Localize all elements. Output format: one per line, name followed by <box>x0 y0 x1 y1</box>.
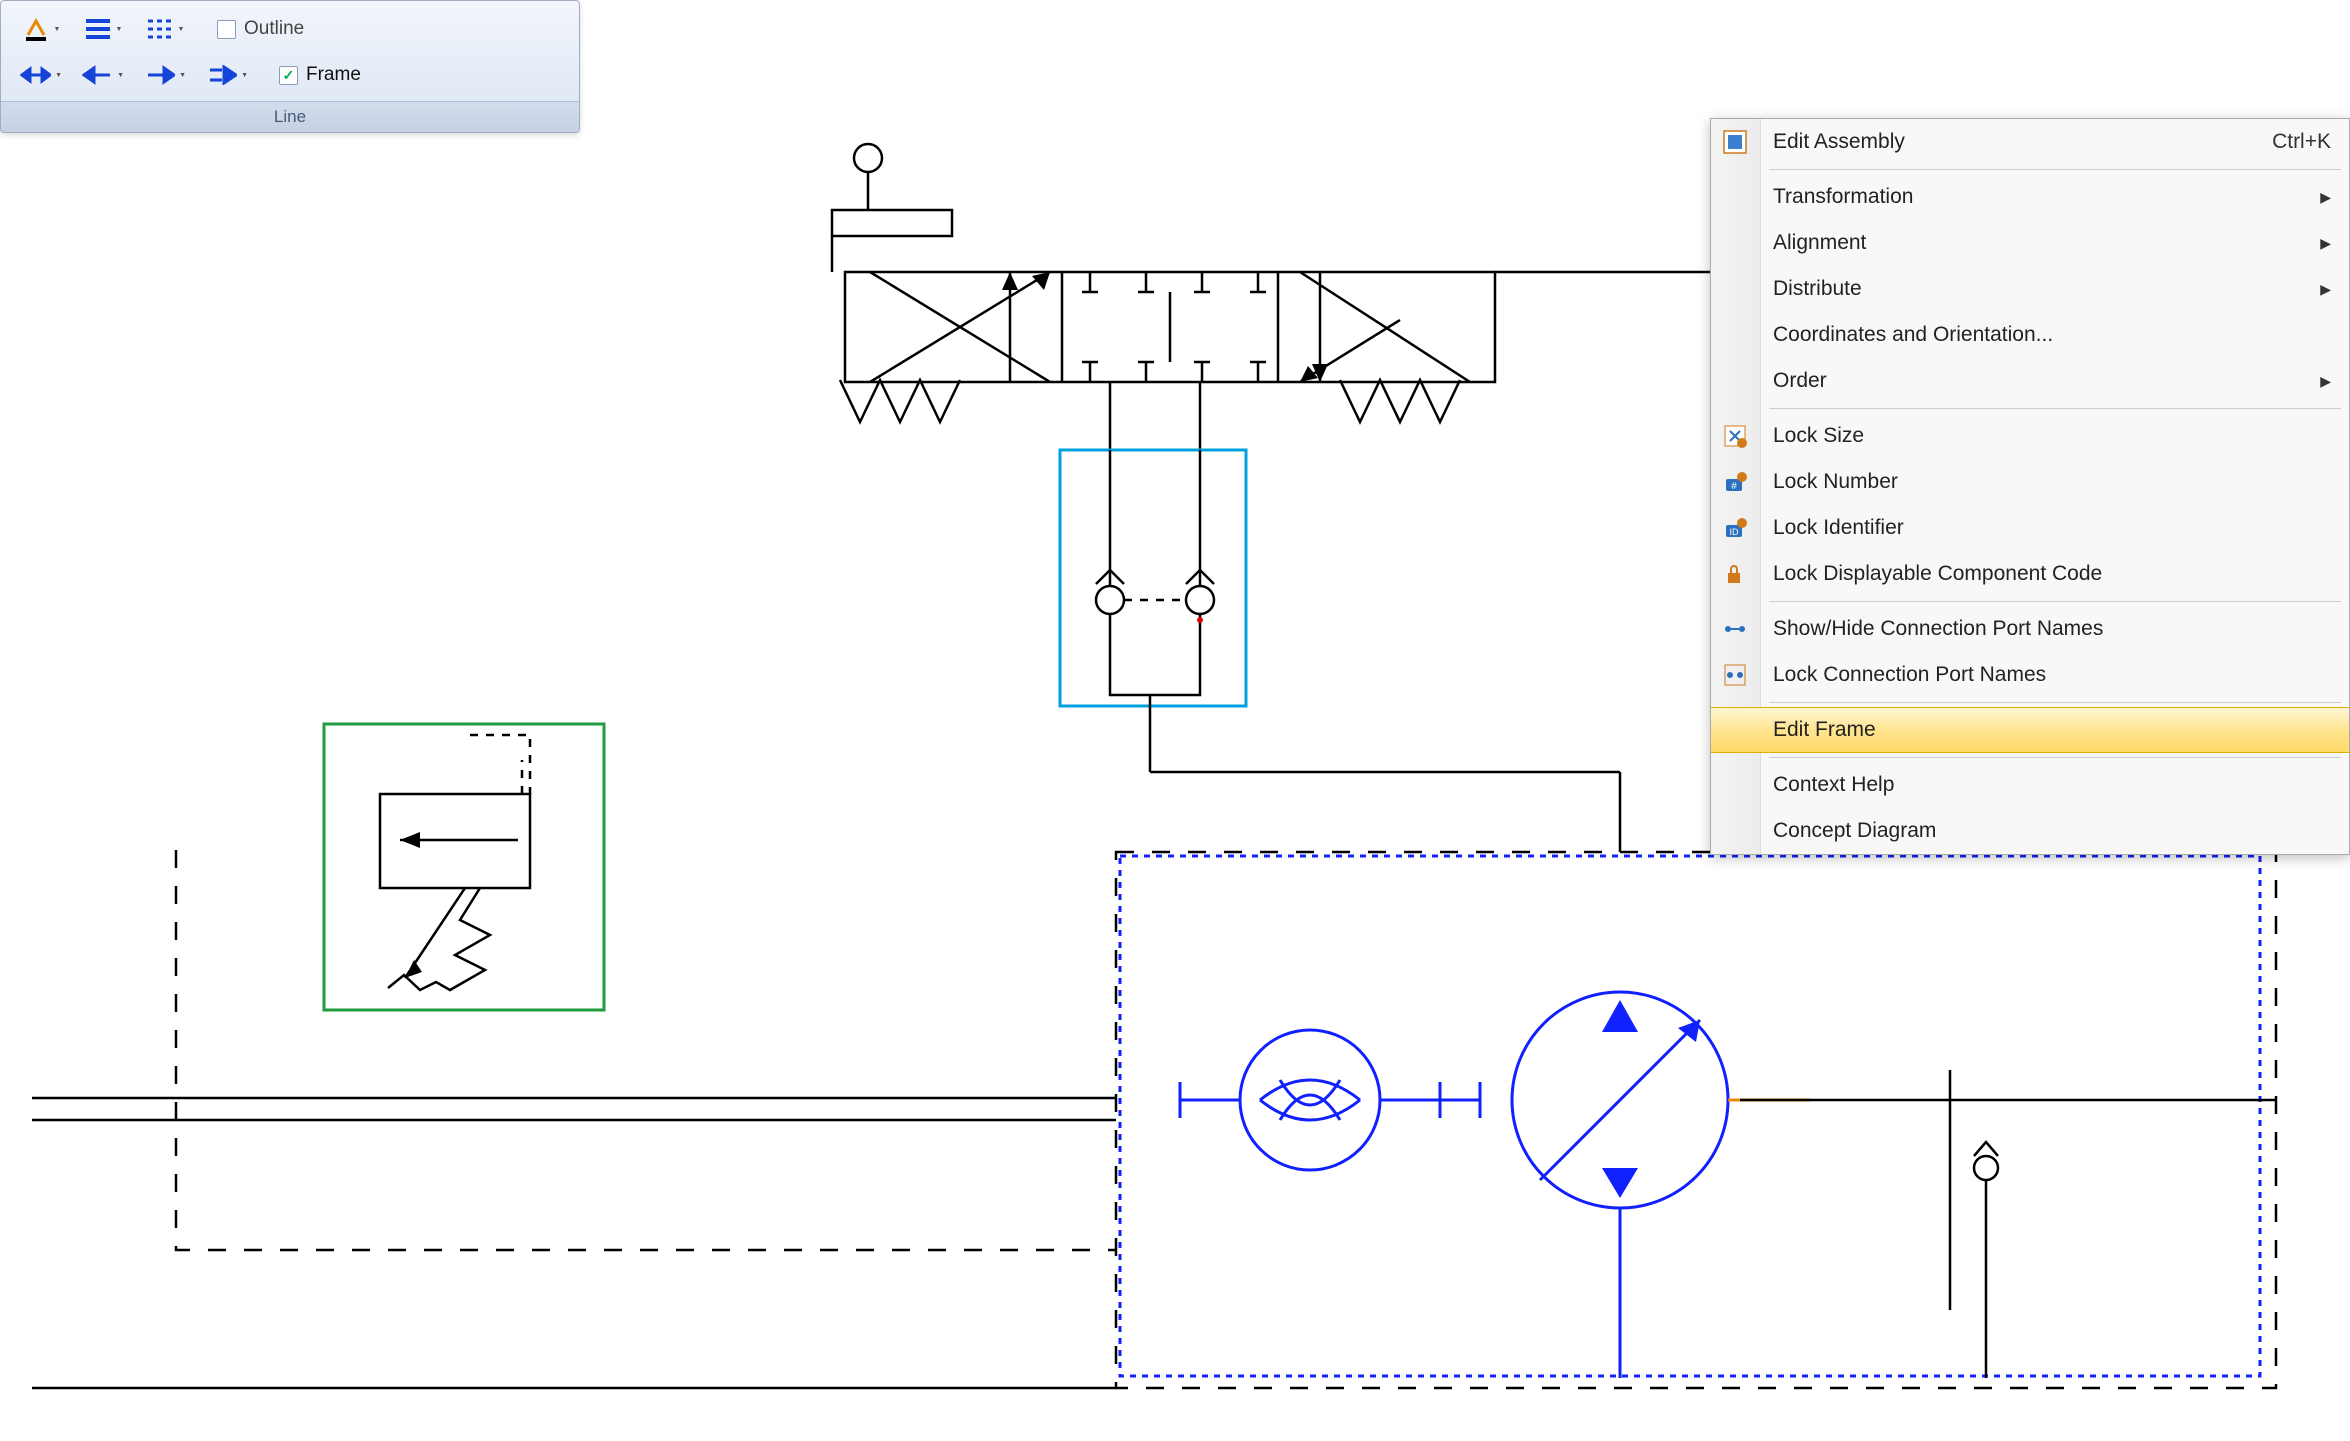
dropdown-caret-icon: ▼ <box>116 26 123 33</box>
menu-label: Coordinates and Orientation... <box>1773 323 2053 347</box>
show-hide-ports-icon <box>1721 615 1749 643</box>
menu-label: Concept Diagram <box>1773 819 1936 843</box>
lock-size-icon <box>1721 422 1749 450</box>
line-color-button[interactable]: ▼ <box>13 11 69 47</box>
menu-transformation[interactable]: Transformation ▶ <box>1711 174 2349 220</box>
submenu-arrow-icon: ▶ <box>2320 281 2331 298</box>
menu-separator <box>1769 702 2341 703</box>
dropdown-caret-icon: ▼ <box>54 26 61 33</box>
menu-lock-code[interactable]: Lock Displayable Component Code <box>1711 551 2349 597</box>
menu-shortcut: Ctrl+K <box>2272 130 2331 154</box>
menu-label: Lock Number <box>1773 470 1898 494</box>
menu-label: Alignment <box>1773 231 1866 255</box>
ribbon-title: Line <box>1 101 579 132</box>
menu-label: Edit Frame <box>1773 718 1876 742</box>
menu-label: Lock Displayable Component Code <box>1773 562 2102 586</box>
menu-label: Context Help <box>1773 773 1894 797</box>
selected-group-box <box>1120 856 2260 1376</box>
menu-label: Transformation <box>1773 185 1913 209</box>
menu-label: Order <box>1773 369 1827 393</box>
menu-lock-ports[interactable]: Lock Connection Port Names <box>1711 652 2349 698</box>
motor-pump-group[interactable] <box>1180 992 1810 1378</box>
context-menu: Edit Assembly Ctrl+K Transformation ▶ Al… <box>1710 118 2350 855</box>
submenu-arrow-icon: ▶ <box>2320 373 2331 390</box>
submenu-arrow-icon: ▶ <box>2320 189 2331 206</box>
dropdown-caret-icon: ▼ <box>55 72 62 79</box>
menu-label: Lock Identifier <box>1773 516 1904 540</box>
menu-alignment[interactable]: Alignment ▶ <box>1711 220 2349 266</box>
menu-separator <box>1769 757 2341 758</box>
menu-lock-number[interactable]: # Lock Number <box>1711 459 2349 505</box>
menu-label: Lock Connection Port Names <box>1773 663 2046 687</box>
arrow-lines-right-button[interactable]: ▼ <box>199 57 255 93</box>
menu-edit-assembly[interactable]: Edit Assembly Ctrl+K <box>1711 119 2349 165</box>
arrow-right-button[interactable]: ▼ <box>137 57 193 93</box>
svg-text:#: # <box>1731 481 1737 492</box>
menu-lock-identifier[interactable]: ID Lock Identifier <box>1711 505 2349 551</box>
menu-lock-size[interactable]: Lock Size <box>1711 413 2349 459</box>
lock-identifier-icon: ID <box>1721 514 1749 542</box>
arrow-both-button[interactable]: ▼ <box>13 57 69 93</box>
outline-label: Outline <box>244 18 304 40</box>
frame-checkbox[interactable]: ✓ <box>279 66 298 85</box>
pressure-relief-valve[interactable] <box>324 724 604 1010</box>
menu-separator <box>1769 169 2341 170</box>
lock-ports-icon <box>1721 661 1749 689</box>
assembly-outline <box>1116 852 2276 1388</box>
ribbon-line-panel: ▼ ▼ ▼ Outline ▼ ▼ <box>0 0 580 133</box>
menu-separator <box>1769 601 2341 602</box>
menu-separator <box>1769 408 2341 409</box>
svg-text:ID: ID <box>1730 527 1740 537</box>
menu-order[interactable]: Order ▶ <box>1711 358 2349 404</box>
dropdown-caret-icon: ▼ <box>241 72 248 79</box>
outline-checkbox[interactable] <box>217 20 236 39</box>
selected-cyan-frame <box>1060 450 1246 706</box>
arrow-left-button[interactable]: ▼ <box>75 57 131 93</box>
menu-label: Show/Hide Connection Port Names <box>1773 617 2103 641</box>
edit-assembly-icon <box>1721 128 1749 156</box>
dropdown-caret-icon: ▼ <box>179 72 186 79</box>
line-style-solid-button[interactable]: ▼ <box>75 11 131 47</box>
menu-coordinates[interactable]: Coordinates and Orientation... <box>1711 312 2349 358</box>
line-style-dashed-button[interactable]: ▼ <box>137 11 193 47</box>
lock-code-icon <box>1721 560 1749 588</box>
right-network <box>1740 1070 2276 1378</box>
menu-label: Lock Size <box>1773 424 1864 448</box>
menu-label: Edit Assembly <box>1773 130 1905 154</box>
menu-concept-diagram[interactable]: Concept Diagram <box>1711 808 2349 854</box>
menu-context-help[interactable]: Context Help <box>1711 762 2349 808</box>
menu-distribute[interactable]: Distribute ▶ <box>1711 266 2349 312</box>
lock-number-icon: # <box>1721 468 1749 496</box>
submenu-arrow-icon: ▶ <box>2320 235 2331 252</box>
selected-frame <box>324 724 604 1010</box>
dropdown-caret-icon: ▼ <box>117 72 124 79</box>
double-check-valve[interactable] <box>1060 450 1246 706</box>
menu-edit-frame[interactable]: Edit Frame <box>1711 707 2349 753</box>
menu-show-hide-ports[interactable]: Show/Hide Connection Port Names <box>1711 606 2349 652</box>
dropdown-caret-icon: ▼ <box>178 26 185 33</box>
menu-label: Distribute <box>1773 277 1862 301</box>
frame-label: Frame <box>306 64 361 86</box>
